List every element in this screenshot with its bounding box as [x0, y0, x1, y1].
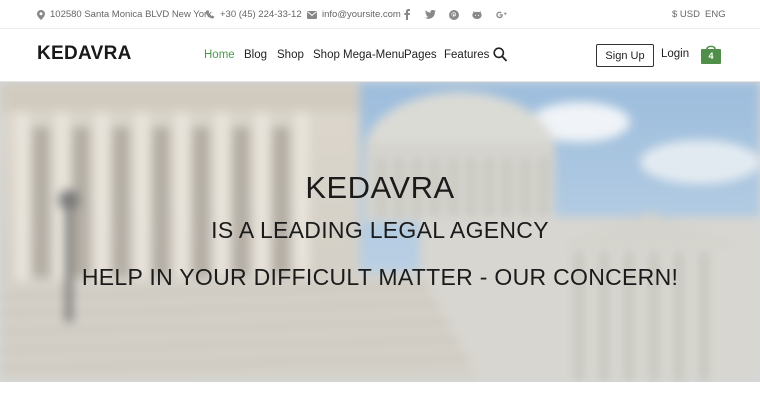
cart-count-badge: 4	[708, 51, 714, 61]
phone-item[interactable]: +30 (45) 224-33-12	[206, 0, 302, 29]
envelope-icon	[307, 10, 317, 19]
cart-button[interactable]: 4	[700, 44, 722, 65]
pinterest-icon	[449, 9, 459, 20]
facebook-link[interactable]	[404, 0, 410, 29]
google-plus-link[interactable]	[496, 0, 507, 29]
map-pin-icon	[37, 9, 45, 20]
pinterest-link[interactable]	[449, 0, 459, 29]
nav-item-shop-mega-menu[interactable]: Shop Mega-Menu	[313, 47, 404, 63]
hero-tagline: HELP IN YOUR DIFFICULT MATTER - OUR CONC…	[81, 264, 679, 290]
google-plus-icon	[496, 11, 507, 18]
language-selector[interactable]: ENG	[705, 0, 726, 29]
github-icon	[472, 10, 482, 19]
email-item[interactable]: info@yoursite.com	[307, 0, 401, 29]
site-logo[interactable]: KEDAVRA	[37, 43, 132, 65]
nav-item-pages[interactable]: Pages	[404, 47, 437, 63]
facebook-icon	[404, 9, 410, 20]
twitter-link[interactable]	[425, 0, 436, 29]
address-text: 102580 Santa Monica BLVD New York	[50, 9, 212, 20]
search-button[interactable]	[493, 47, 507, 62]
nav-item-shop[interactable]: Shop	[277, 47, 304, 63]
login-link[interactable]: Login	[661, 48, 689, 60]
phone-text: +30 (45) 224-33-12	[220, 9, 302, 20]
address-item: 102580 Santa Monica BLVD New York	[37, 0, 212, 29]
page-bottom-strip	[0, 382, 760, 400]
hero-title: KEDAVRA	[305, 170, 455, 205]
nav-item-blog[interactable]: Blog	[244, 47, 267, 63]
currency-label: $ USD	[672, 9, 700, 20]
phone-icon	[206, 10, 215, 19]
sign-up-label: Sign Up	[605, 49, 645, 62]
github-link[interactable]	[472, 0, 482, 29]
nav-item-features[interactable]: Features	[444, 47, 489, 63]
hero-subtitle: IS A LEADING LEGAL AGENCY	[211, 217, 549, 243]
top-info-bar: 102580 Santa Monica BLVD New York +30 (4…	[0, 0, 760, 29]
sign-up-button[interactable]: Sign Up	[596, 44, 654, 67]
email-text: info@yoursite.com	[322, 9, 401, 20]
currency-selector[interactable]: $ USD	[672, 0, 700, 29]
language-label: ENG	[705, 9, 726, 20]
twitter-icon	[425, 10, 436, 19]
search-icon	[493, 47, 507, 62]
nav-item-home[interactable]: Home	[204, 47, 235, 63]
main-header: KEDAVRA Home Blog Shop Shop Mega-Menu Pa…	[0, 29, 760, 82]
hero-banner: KEDAVRA IS A LEADING LEGAL AGENCY HELP I…	[0, 82, 760, 382]
